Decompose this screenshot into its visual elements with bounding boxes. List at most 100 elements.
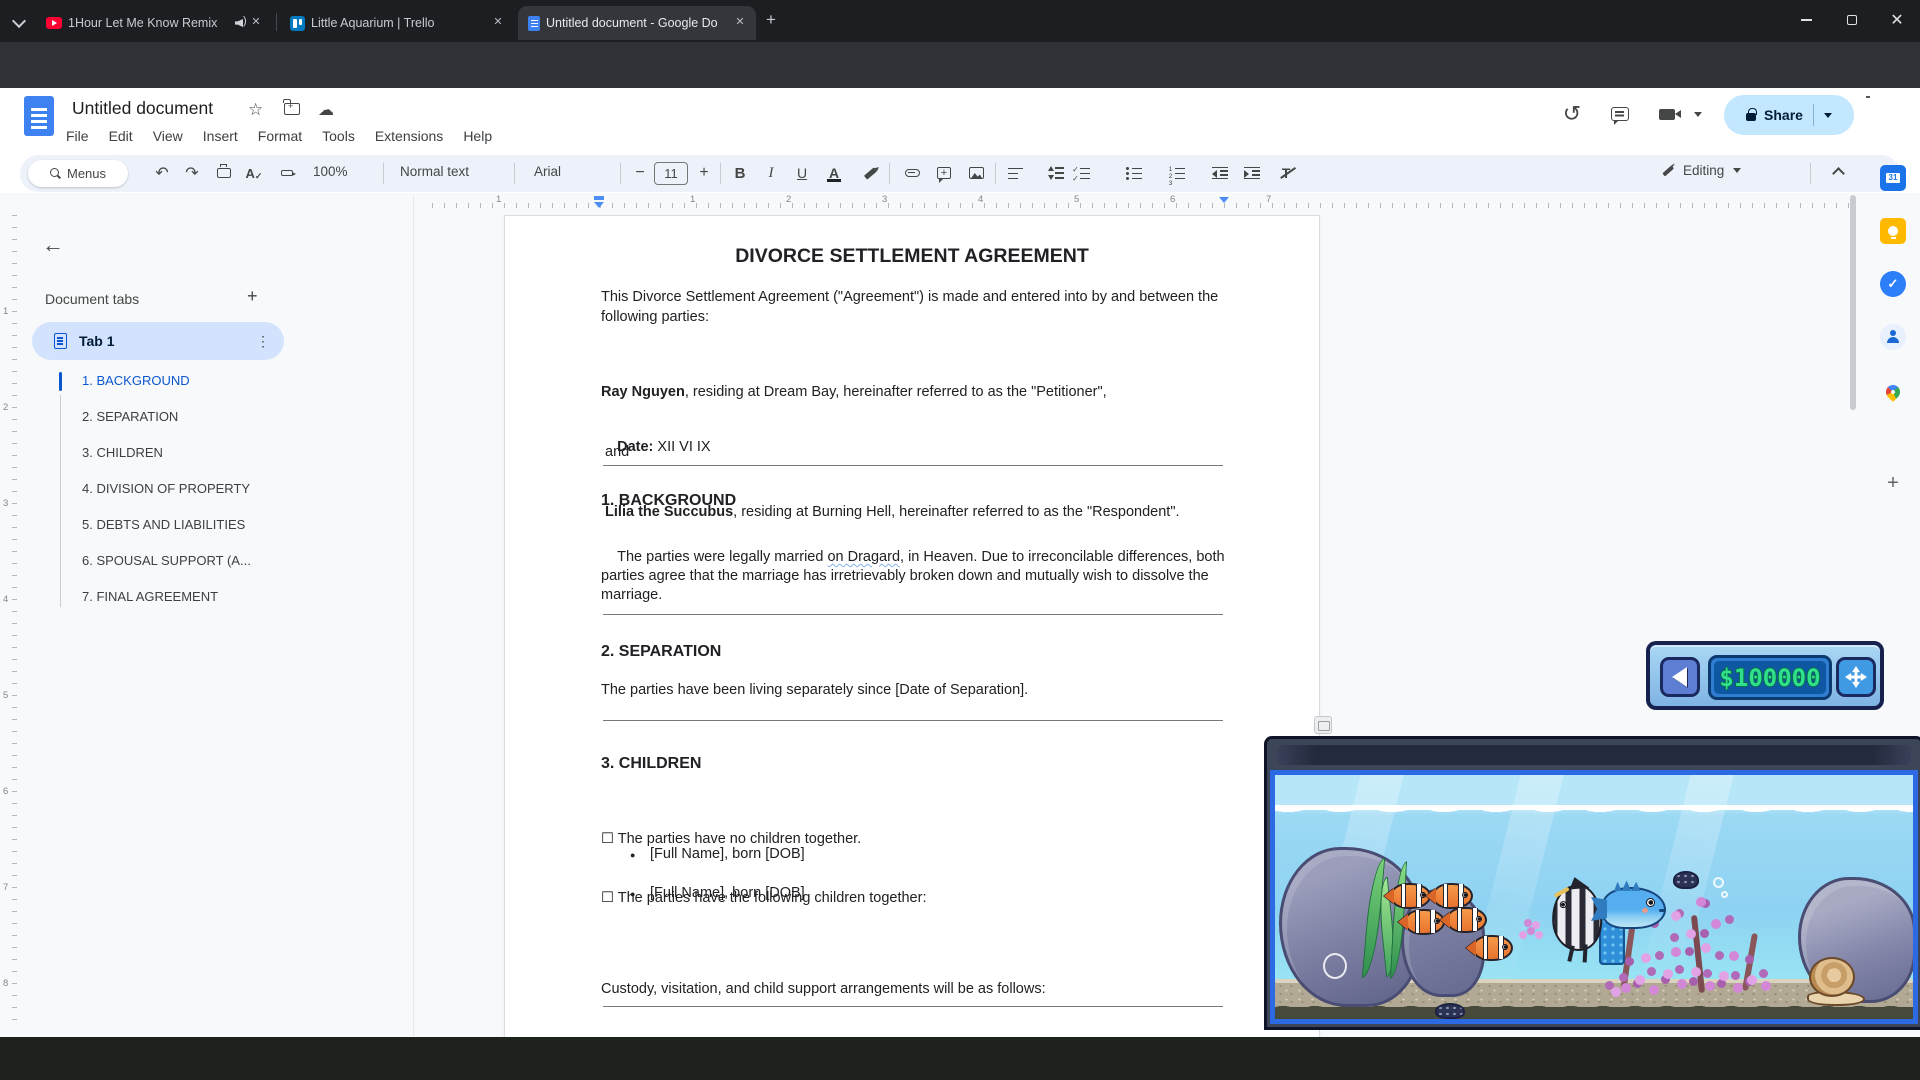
snail-shell[interactable] [1809,957,1855,997]
share-button[interactable]: Share [1724,95,1854,135]
line-spacing-button[interactable] [1044,161,1068,185]
tab-close-icon[interactable]: ✕ [732,15,748,31]
menu-extensions[interactable]: Extensions [365,124,453,148]
font-family-value[interactable]: Arial [534,164,561,179]
cloud-status-icon[interactable]: ☁ [318,100,334,120]
underline-button[interactable]: U [790,161,814,185]
vertical-ruler[interactable] [12,215,17,1030]
font-size-increase-button[interactable]: + [692,161,716,185]
add-comment-button[interactable]: + [932,161,956,185]
tab-google-docs[interactable]: Untitled document - Google Do ✕ [518,6,756,40]
window-maximize-button[interactable] [1829,0,1875,40]
document-title[interactable]: Untitled document [72,98,213,119]
aquarium-title-bar[interactable] [1277,745,1911,765]
clownfish[interactable] [1473,935,1513,961]
paint-format-button[interactable] [275,161,299,185]
comments-icon[interactable] [1600,94,1640,134]
bold-button[interactable]: B [728,161,752,185]
list-bullet: ● [630,850,635,860]
add-tab-button[interactable]: + [247,286,258,307]
meet-video-icon[interactable] [1650,94,1684,134]
tab-youtube[interactable]: 1Hour Let Me Know Remix ✕ [36,6,272,40]
move-widget-handle[interactable] [1836,657,1876,697]
menu-file[interactable]: File [56,124,99,148]
menu-edit[interactable]: Edit [99,124,143,148]
zoom-value[interactable]: 100% [313,164,348,179]
document-scrollbar[interactable] [1850,195,1856,410]
contacts-icon[interactable] [1880,324,1906,350]
clownfish[interactable] [1391,883,1431,909]
right-indent-marker[interactable] [1219,197,1229,203]
paragraph-style-value[interactable]: Normal text [400,164,469,179]
clear-formatting-button[interactable]: T [1274,161,1298,185]
menus-search-button[interactable]: Menus [28,160,128,187]
clownfish[interactable] [1433,883,1473,909]
undo-button[interactable]: ↶ [150,161,174,185]
tab-close-icon[interactable]: ✕ [248,15,264,31]
font-size-value[interactable]: 11 [654,162,688,185]
ruler-number: 5 [1074,194,1079,205]
sidebar-tab-1[interactable]: Tab 1 ⋮ [32,322,284,360]
move-folder-icon[interactable] [284,103,300,115]
outline-item-final-agreement[interactable]: 7. FINAL AGREEMENT [82,589,382,604]
calendar-icon[interactable]: 31 [1880,165,1906,191]
aquarium-money-widget[interactable]: $100000 [1646,641,1884,710]
insert-image-button[interactable] [964,161,988,185]
decrease-indent-button[interactable] [1208,161,1232,185]
outline-item-children[interactable]: 3. CHILDREN [82,445,382,460]
document-page[interactable]: DIVORCE SETTLEMENT AGREEMENT This Divorc… [504,215,1320,1080]
version-history-icon[interactable]: ↺ [1552,94,1592,134]
outline-item-division-of-property[interactable]: 4. DIVISION OF PROPERTY [82,481,382,496]
window-minimize-button[interactable] [1783,0,1829,40]
menu-tools[interactable]: Tools [312,124,365,148]
tab-options-icon[interactable]: ⋮ [256,333,270,350]
font-size-decrease-button[interactable]: − [628,161,652,185]
left-indent-marker[interactable] [594,202,604,208]
keep-icon[interactable] [1880,218,1906,244]
menu-help[interactable]: Help [453,124,502,148]
clownfish[interactable] [1405,909,1445,935]
text-color-button[interactable]: A [822,161,846,185]
horizontal-ruler[interactable] [432,203,1852,208]
tab-audio-icon[interactable] [235,17,248,29]
spellcheck-button[interactable]: A✓ [242,161,266,185]
checklist-button[interactable] [1070,161,1094,185]
print-button[interactable] [212,161,236,185]
tab-trello[interactable]: Little Aquarium | Trello ✕ [280,6,514,40]
docs-logo[interactable] [24,96,54,136]
first-line-indent-marker[interactable] [594,196,604,200]
meet-dropdown-icon[interactable] [1688,94,1708,134]
increase-indent-button[interactable] [1240,161,1264,185]
collapse-money-button[interactable] [1660,657,1700,697]
menu-format[interactable]: Format [248,124,312,148]
image-anchor-handle[interactable] [1314,716,1332,734]
new-tab-button[interactable]: + [766,10,776,30]
window-close-button[interactable]: ✕ [1874,0,1920,40]
outline-item-spousal-support[interactable]: 6. SPOUSAL SUPPORT (A... [82,553,382,568]
insert-link-button[interactable] [900,161,924,185]
blue-fish[interactable] [1602,887,1666,929]
bulleted-list-button[interactable] [1122,161,1146,185]
menu-view[interactable]: View [143,124,193,148]
outline-item-debts[interactable]: 5. DEBTS AND LIABILITIES [82,517,382,532]
clownfish[interactable] [1447,907,1487,933]
editing-mode-button[interactable]: Editing [1662,163,1741,178]
maps-icon[interactable] [1880,379,1906,405]
menu-insert[interactable]: Insert [193,124,248,148]
hide-menus-button[interactable] [1826,161,1850,185]
close-outline-button[interactable]: ← [42,232,64,258]
align-button[interactable] [1003,161,1027,185]
aquarium-game-window[interactable] [1264,736,1920,1030]
redo-button[interactable]: ↷ [180,161,204,185]
outline-item-separation[interactable]: 2. SEPARATION [82,409,382,424]
tasks-icon[interactable]: ✓ [1880,271,1906,297]
aquarium-viewport[interactable] [1270,770,1918,1024]
outline-item-background[interactable]: 1. BACKGROUND [82,373,382,388]
numbered-list-button[interactable] [1165,161,1189,185]
highlight-color-button[interactable] [858,161,882,185]
add-side-panel-app-icon[interactable]: + [1880,470,1906,496]
star-doc-icon[interactable]: ☆ [248,100,263,120]
tab-close-icon[interactable]: ✕ [490,15,506,31]
tab-search-icon[interactable] [12,14,26,28]
italic-button[interactable]: I [759,161,783,185]
